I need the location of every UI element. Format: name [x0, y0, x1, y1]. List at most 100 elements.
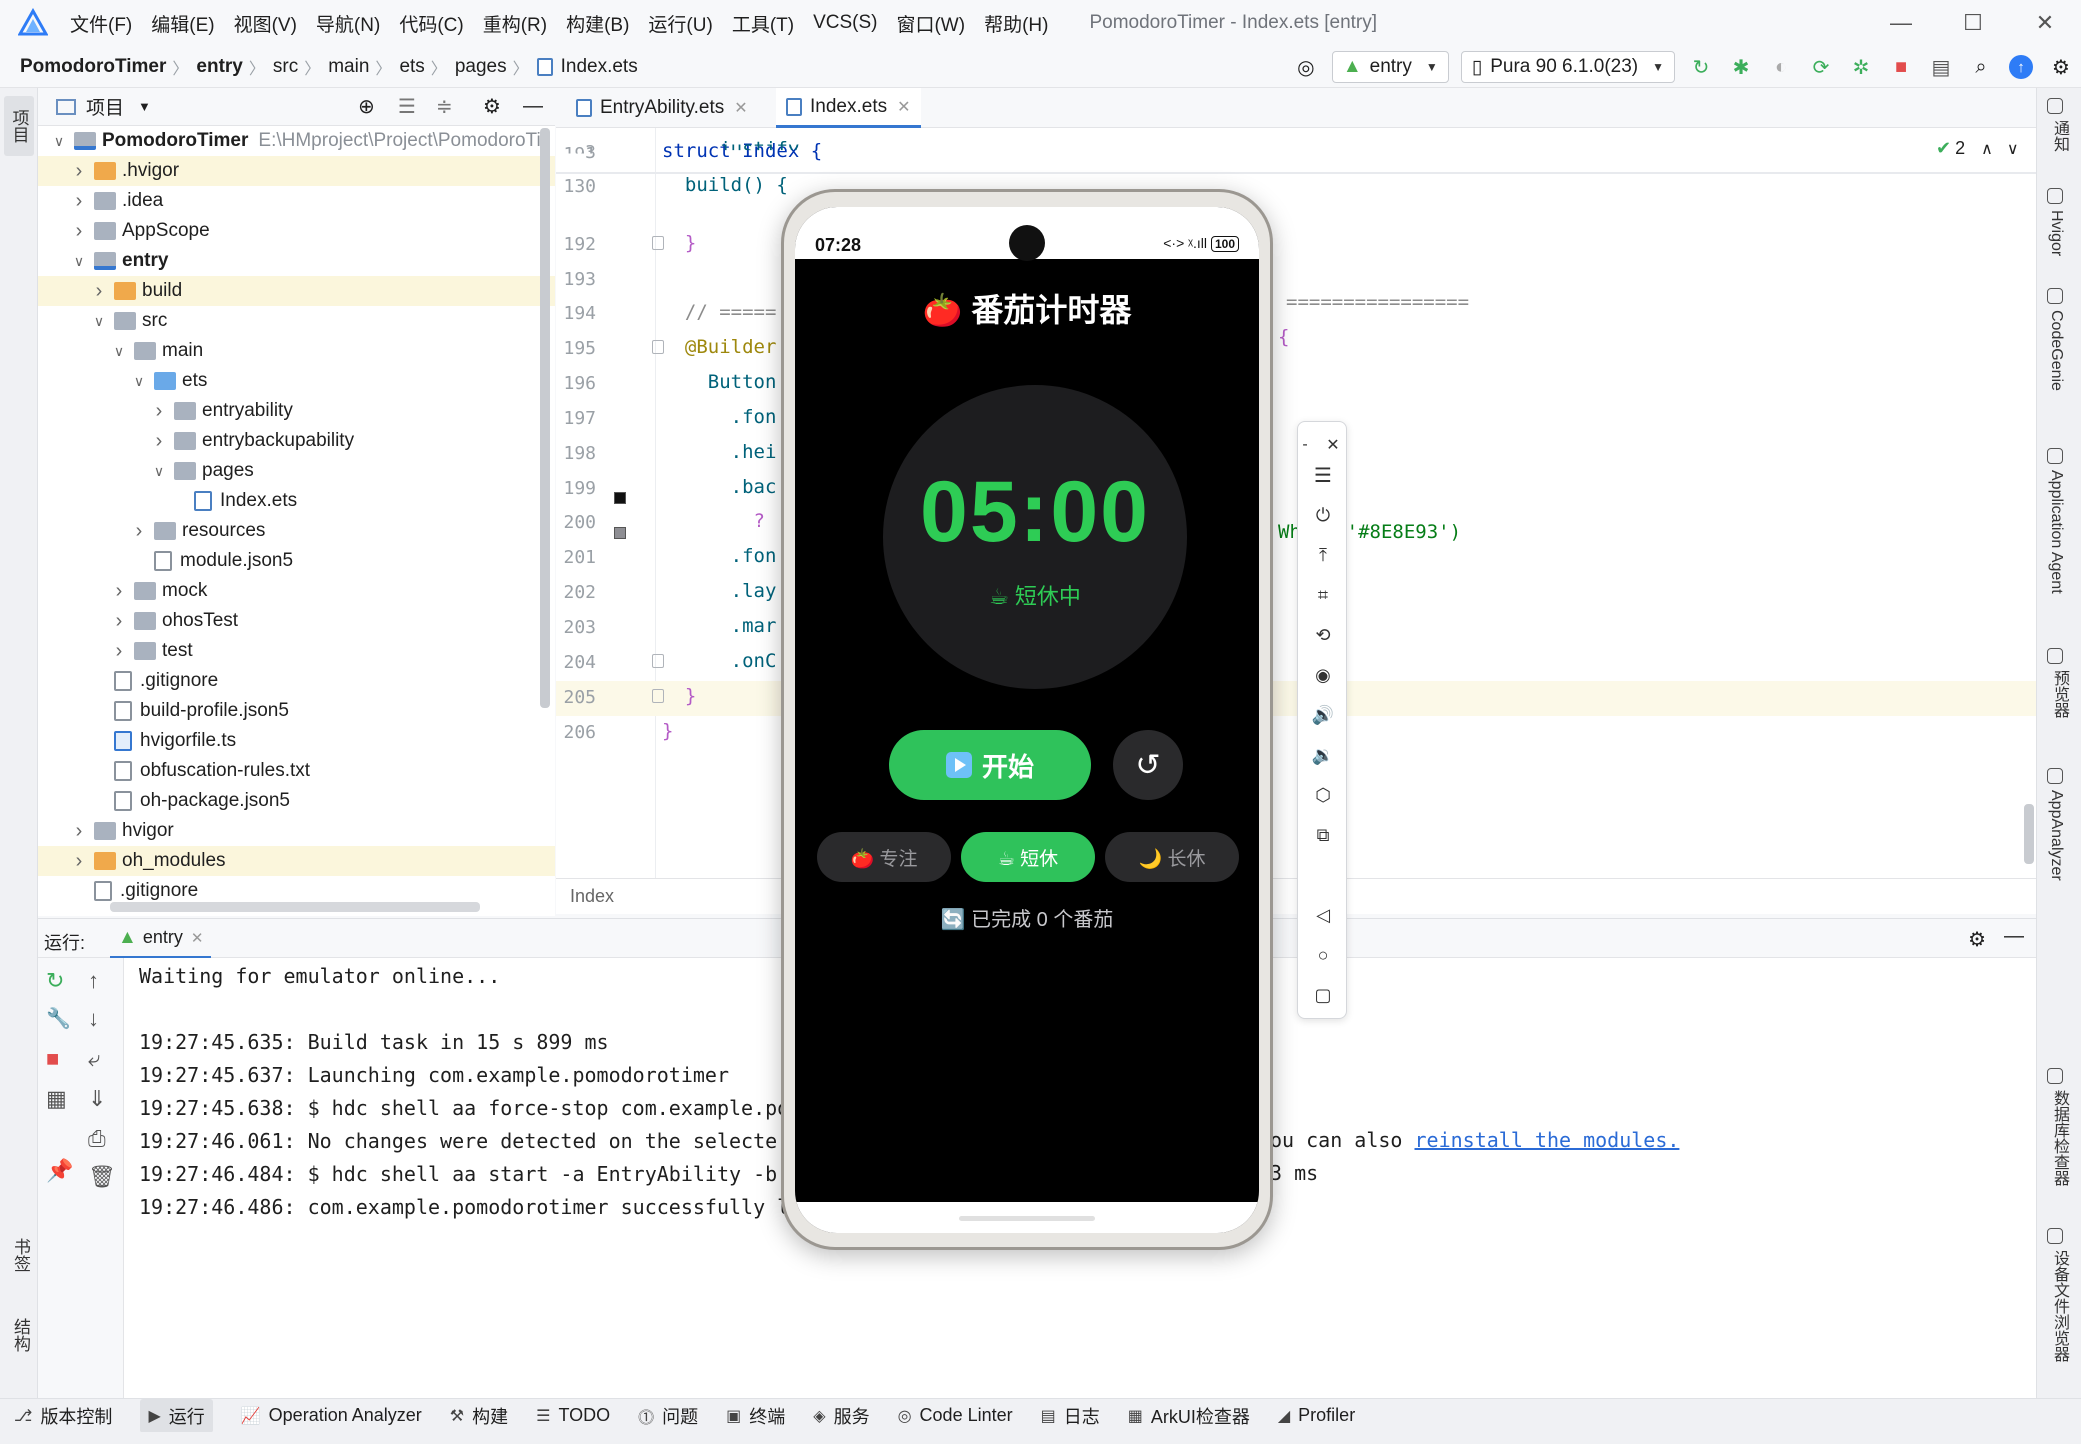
bottom-tool-2[interactable]: 📈 Operation Analyzer	[241, 1405, 422, 1426]
tree-item[interactable]: oh-package.json5	[38, 786, 555, 816]
crop-icon[interactable]: ⌗	[1298, 578, 1348, 612]
tree-item[interactable]: › test	[38, 636, 555, 666]
chevron-right-icon[interactable]: ›	[70, 820, 88, 843]
chevron-right-icon[interactable]: ›	[90, 280, 108, 303]
tree-item[interactable]: ∨ pages	[38, 456, 555, 486]
breadcrumb-item[interactable]: Index.ets	[561, 56, 638, 78]
right-tool-4[interactable]: 预览器	[2047, 648, 2071, 724]
breadcrumb-item[interactable]: src	[273, 56, 298, 78]
close-icon[interactable]: ✕	[897, 97, 910, 117]
structure-tool-button[interactable]: 结构	[8, 1318, 33, 1358]
back-icon[interactable]: ◁	[1298, 898, 1348, 932]
fold-icon[interactable]: ⬡	[1298, 778, 1348, 812]
menu-item-0[interactable]: 文件(F)	[70, 10, 132, 37]
chevron-right-icon[interactable]: ›	[70, 160, 88, 183]
bottom-tool-4[interactable]: ☰ TODO	[536, 1405, 610, 1426]
tree-item[interactable]: › mock	[38, 576, 555, 606]
menu-item-7[interactable]: 运行(U)	[648, 10, 712, 37]
close-window-button[interactable]: ✕	[2009, 0, 2081, 46]
tree-item[interactable]: .gitignore	[38, 666, 555, 696]
chevron-down-icon[interactable]: ∨	[50, 133, 68, 150]
debug-icon[interactable]: ✱	[1724, 50, 1758, 84]
tree-item[interactable]: › AppScope	[38, 216, 555, 246]
expand-all-icon[interactable]: ☰	[398, 94, 416, 119]
chevron-down-icon[interactable]: ∨	[90, 313, 108, 330]
project-structure-icon[interactable]: ▤	[1924, 50, 1958, 84]
fold-marker-icon[interactable]	[652, 340, 664, 354]
tree-item[interactable]: ∨ ets	[38, 366, 555, 396]
collapse-all-icon[interactable]: ≑	[436, 94, 453, 119]
editor-breadcrumb[interactable]: Index	[570, 886, 614, 907]
chevron-up-icon[interactable]: ∧	[1981, 139, 1993, 159]
location-icon[interactable]: ◉	[1298, 658, 1348, 692]
arrow-down-icon[interactable]: ↓	[88, 1006, 99, 1032]
profile-icon[interactable]: ✲	[1844, 50, 1878, 84]
menu-item-11[interactable]: 帮助(H)	[984, 10, 1048, 37]
hide-panel-icon[interactable]: —	[2004, 925, 2024, 948]
bottom-tool-8[interactable]: ◎ Code Linter	[898, 1405, 1013, 1426]
right-tool-7[interactable]: 设备文件浏览器	[2047, 1228, 2071, 1368]
home-icon[interactable]: ○	[1298, 938, 1348, 972]
bottom-tool-9[interactable]: ▤ 日志	[1041, 1403, 1100, 1429]
menu-item-1[interactable]: 编辑(E)	[151, 10, 214, 37]
tree-item[interactable]: › oh_modules	[38, 846, 555, 876]
chevron-right-icon[interactable]: ›	[70, 220, 88, 243]
reset-button[interactable]: ↺	[1113, 730, 1183, 800]
tree-item[interactable]: › entrybackupability	[38, 426, 555, 456]
menu-item-5[interactable]: 重构(R)	[483, 10, 547, 37]
right-tool-5[interactable]: AppAnalyzer	[2047, 768, 2065, 887]
tree-item[interactable]: ∨ PomodoroTimer E:\HMproject\Project\Pomod…	[38, 126, 555, 156]
bottom-tool-3[interactable]: ⚒ 构建	[450, 1403, 508, 1429]
tree-item[interactable]: build-profile.json5	[38, 696, 555, 726]
trash-icon[interactable]: 🗑	[88, 1164, 116, 1190]
emulator-screen[interactable]: 07:28 <·> ᵡ.ıll 100 🍅 番茄计时器 05:00 ☕ 短休中 开…	[795, 207, 1259, 1233]
chevron-right-icon[interactable]: ›	[150, 400, 168, 423]
chevron-right-icon[interactable]: ›	[70, 190, 88, 213]
minimize-button[interactable]: —	[1865, 0, 1937, 46]
tree-item[interactable]: hvigorfile.ts	[38, 726, 555, 756]
menu-item-8[interactable]: 工具(T)	[732, 10, 794, 37]
print-icon[interactable]: ⎙	[88, 1126, 106, 1152]
menu-item-6[interactable]: 构建(B)	[566, 10, 629, 37]
gear-icon[interactable]: ⚙	[483, 94, 501, 119]
tab-entryability-ets[interactable]: EntryAbility.ets ✕	[566, 88, 758, 128]
run-config-dropdown[interactable]: ▲ entry ▼	[1331, 51, 1449, 83]
device-dropdown[interactable]: ▯ Pura 90 6.1.0(23) ▼	[1460, 51, 1675, 83]
target-icon[interactable]: ◎	[1289, 50, 1323, 84]
project-scrollbar[interactable]	[540, 128, 550, 708]
soft-wrap-icon[interactable]: ⤶	[88, 1046, 100, 1072]
chevron-right-icon[interactable]: ›	[70, 850, 88, 873]
inspection-widget[interactable]: ✔ 2 ∧ ∨	[1936, 138, 2019, 159]
menu-item-3[interactable]: 导航(N)	[316, 10, 380, 37]
maximize-button[interactable]: ☐	[1937, 0, 2009, 46]
stop-icon[interactable]: ■	[46, 1046, 59, 1072]
apply-changes-icon[interactable]: ⟳	[1804, 50, 1838, 84]
bottom-tool-0[interactable]: ⎇ 版本控制	[14, 1403, 112, 1429]
volume-down-icon[interactable]: 🔉	[1298, 738, 1348, 772]
tree-item[interactable]: › entryability	[38, 396, 555, 426]
tree-item[interactable]: ∨ main	[38, 336, 555, 366]
fold-marker-icon[interactable]	[652, 689, 664, 703]
project-horizontal-scrollbar[interactable]	[110, 902, 480, 912]
project-panel-title[interactable]: 项目	[86, 93, 124, 120]
code-editor[interactable]: 3struct Index {130 build() {191 .justify…	[556, 128, 2036, 878]
run-tab-entry[interactable]: ▲ entry ✕	[110, 919, 212, 959]
right-tool-2[interactable]: CodeGenie	[2047, 288, 2065, 397]
chevron-down-icon[interactable]: ∨	[70, 253, 88, 270]
mode-button-2[interactable]: 🌙 长休	[1105, 832, 1239, 882]
close-icon[interactable]: ✕	[1316, 428, 1350, 462]
volume-up-icon[interactable]: 🔊	[1298, 698, 1348, 732]
update-icon[interactable]: ↑	[2004, 50, 2038, 84]
home-indicator[interactable]	[959, 1216, 1095, 1221]
menu-item-2[interactable]: 视图(V)	[234, 10, 297, 37]
right-tool-6[interactable]: 数据库检查器	[2047, 1068, 2071, 1192]
mode-button-0[interactable]: 🍅 专注	[817, 832, 951, 882]
power-icon[interactable]: ⏻	[1298, 498, 1348, 532]
recent-apps-icon[interactable]: ▢	[1298, 978, 1348, 1012]
start-button[interactable]: 开始	[889, 730, 1091, 800]
breadcrumb-item[interactable]: entry	[196, 56, 242, 78]
hide-panel-icon[interactable]: —	[523, 95, 543, 118]
color-swatch-icon[interactable]	[614, 492, 626, 504]
right-tool-1[interactable]: Hvigor	[2047, 188, 2065, 262]
wrench-icon[interactable]: 🔧	[46, 1006, 71, 1031]
